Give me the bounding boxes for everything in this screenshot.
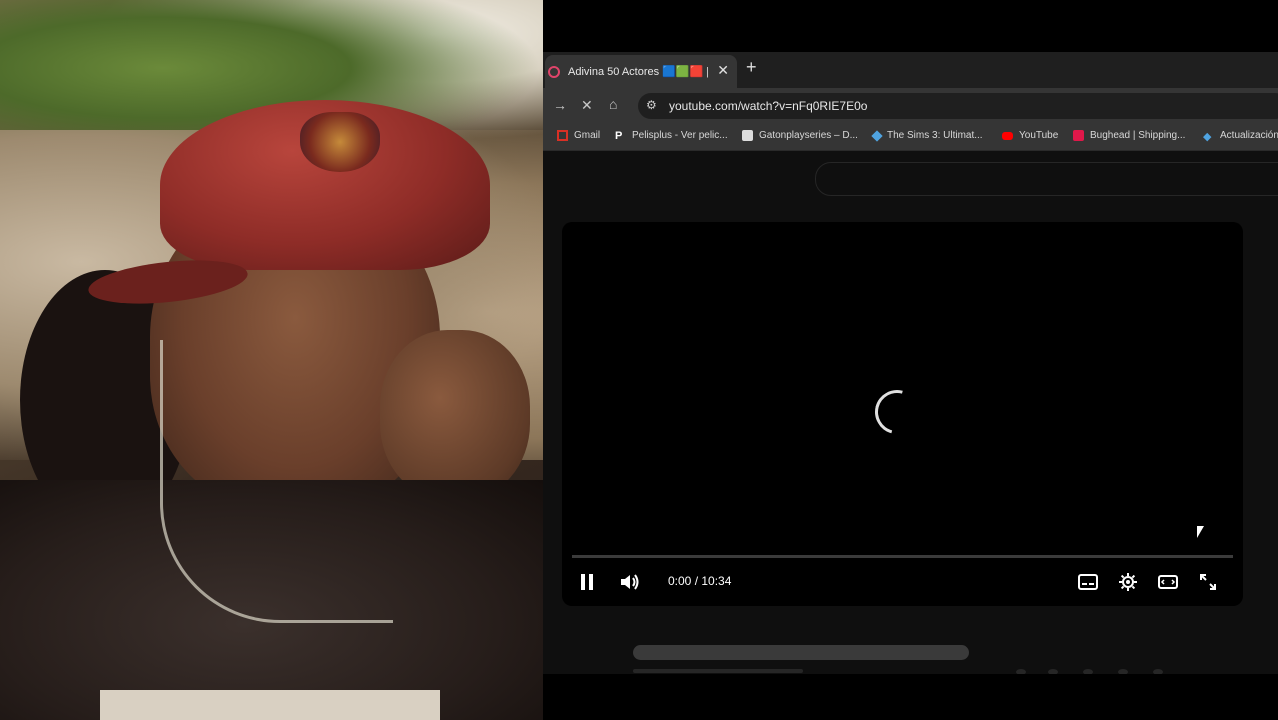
bookmark-label: Pelisplus - Ver pelic... [632,130,728,141]
loading-spinner-icon [866,381,928,443]
sims-icon [871,129,883,142]
gmail-icon [557,130,568,141]
video-time: 0:00 / 10:34 [668,574,732,588]
letterbox-top [543,0,1278,52]
youtube-page: 0:00 / 10:34 [543,151,1278,720]
browser-toolbar: → ✕ ⌂ ⚙ youtube.com/watch?v=nFq0RIE7E0o [543,88,1278,124]
tab-active[interactable]: Adivina 50 Actores 🟦🟩🟥 | ... ✕ [545,55,737,88]
home-icon[interactable]: ⌂ [609,96,617,112]
bookmarks-bar: Gmail P Pelisplus - Ver pelic... Gatonpl… [543,124,1278,151]
bookmark-label: YouTube [1019,130,1059,141]
webcam-hand [380,330,530,500]
fullscreen-icon[interactable] [1200,574,1216,590]
bookmark-label: Gatonplayseries – D... [759,130,858,141]
webcam-cap-crest [300,112,380,172]
bookmark-actualizacion[interactable]: ◆ Actualización [1203,130,1278,143]
bookmark-gatonplayseries[interactable]: Gatonplayseries – D... [742,130,858,141]
gatonplay-icon [742,130,753,141]
theater-mode-icon[interactable] [1158,575,1178,589]
bughead-icon [1073,130,1084,141]
letterbox-bottom [543,674,1278,720]
bookmark-label: The Sims 3: Ultimat... [887,130,983,141]
pause-bar [589,574,593,590]
bookmark-bughead[interactable]: Bughead | Shipping... [1073,130,1185,141]
pelisplus-icon: P [615,130,623,142]
actualizacion-icon: ◆ [1203,131,1212,143]
address-bar[interactable]: ⚙ youtube.com/watch?v=nFq0RIE7E0o [638,93,1278,119]
webcam-feed [0,0,543,720]
tab-favicon-icon [548,65,560,78]
forward-icon[interactable]: → [553,97,567,113]
bookmark-pelisplus[interactable]: P Pelisplus - Ver pelic... [615,130,728,142]
bookmark-sims[interactable]: The Sims 3: Ultimat... [871,129,983,142]
bookmark-label: Gmail [574,130,601,141]
youtube-search-placeholder[interactable] [815,162,1278,196]
tab-title: Adivina 50 Actores 🟦🟩🟥 | ... [568,66,708,78]
pause-button[interactable] [581,574,595,590]
tab-strip: Adivina 50 Actores 🟦🟩🟥 | ... ✕ + [543,52,1278,88]
settings-gear-icon[interactable] [1119,573,1137,591]
subtitle-placeholder [633,669,803,673]
webcam-tshirt-print [100,690,440,720]
mouse-cursor-icon [1197,526,1204,538]
bookmark-label: Actualización [1220,130,1278,141]
site-info-icon[interactable]: ⚙ [646,98,657,112]
subtitles-icon[interactable] [1078,574,1098,590]
title-placeholder [633,645,969,660]
youtube-icon [1002,131,1013,140]
bookmark-youtube[interactable]: YouTube [1002,130,1058,141]
browser-window: Adivina 50 Actores 🟦🟩🟥 | ... ✕ + → ✕ ⌂ ⚙… [543,0,1278,720]
stop-loading-icon[interactable]: ✕ [581,97,593,114]
address-bar-url[interactable]: youtube.com/watch?v=nFq0RIE7E0o [669,99,867,113]
tab-close-icon[interactable]: ✕ [717,62,729,79]
bookmark-gmail[interactable]: Gmail [557,130,600,141]
pause-bar [581,574,585,590]
video-progress-bar[interactable] [572,555,1233,558]
bookmark-label: Bughead | Shipping... [1090,130,1186,141]
volume-icon[interactable] [620,573,642,591]
webcam-earphone-cable [160,340,393,623]
new-tab-button[interactable]: + [746,57,757,78]
video-player[interactable]: 0:00 / 10:34 [562,222,1243,606]
